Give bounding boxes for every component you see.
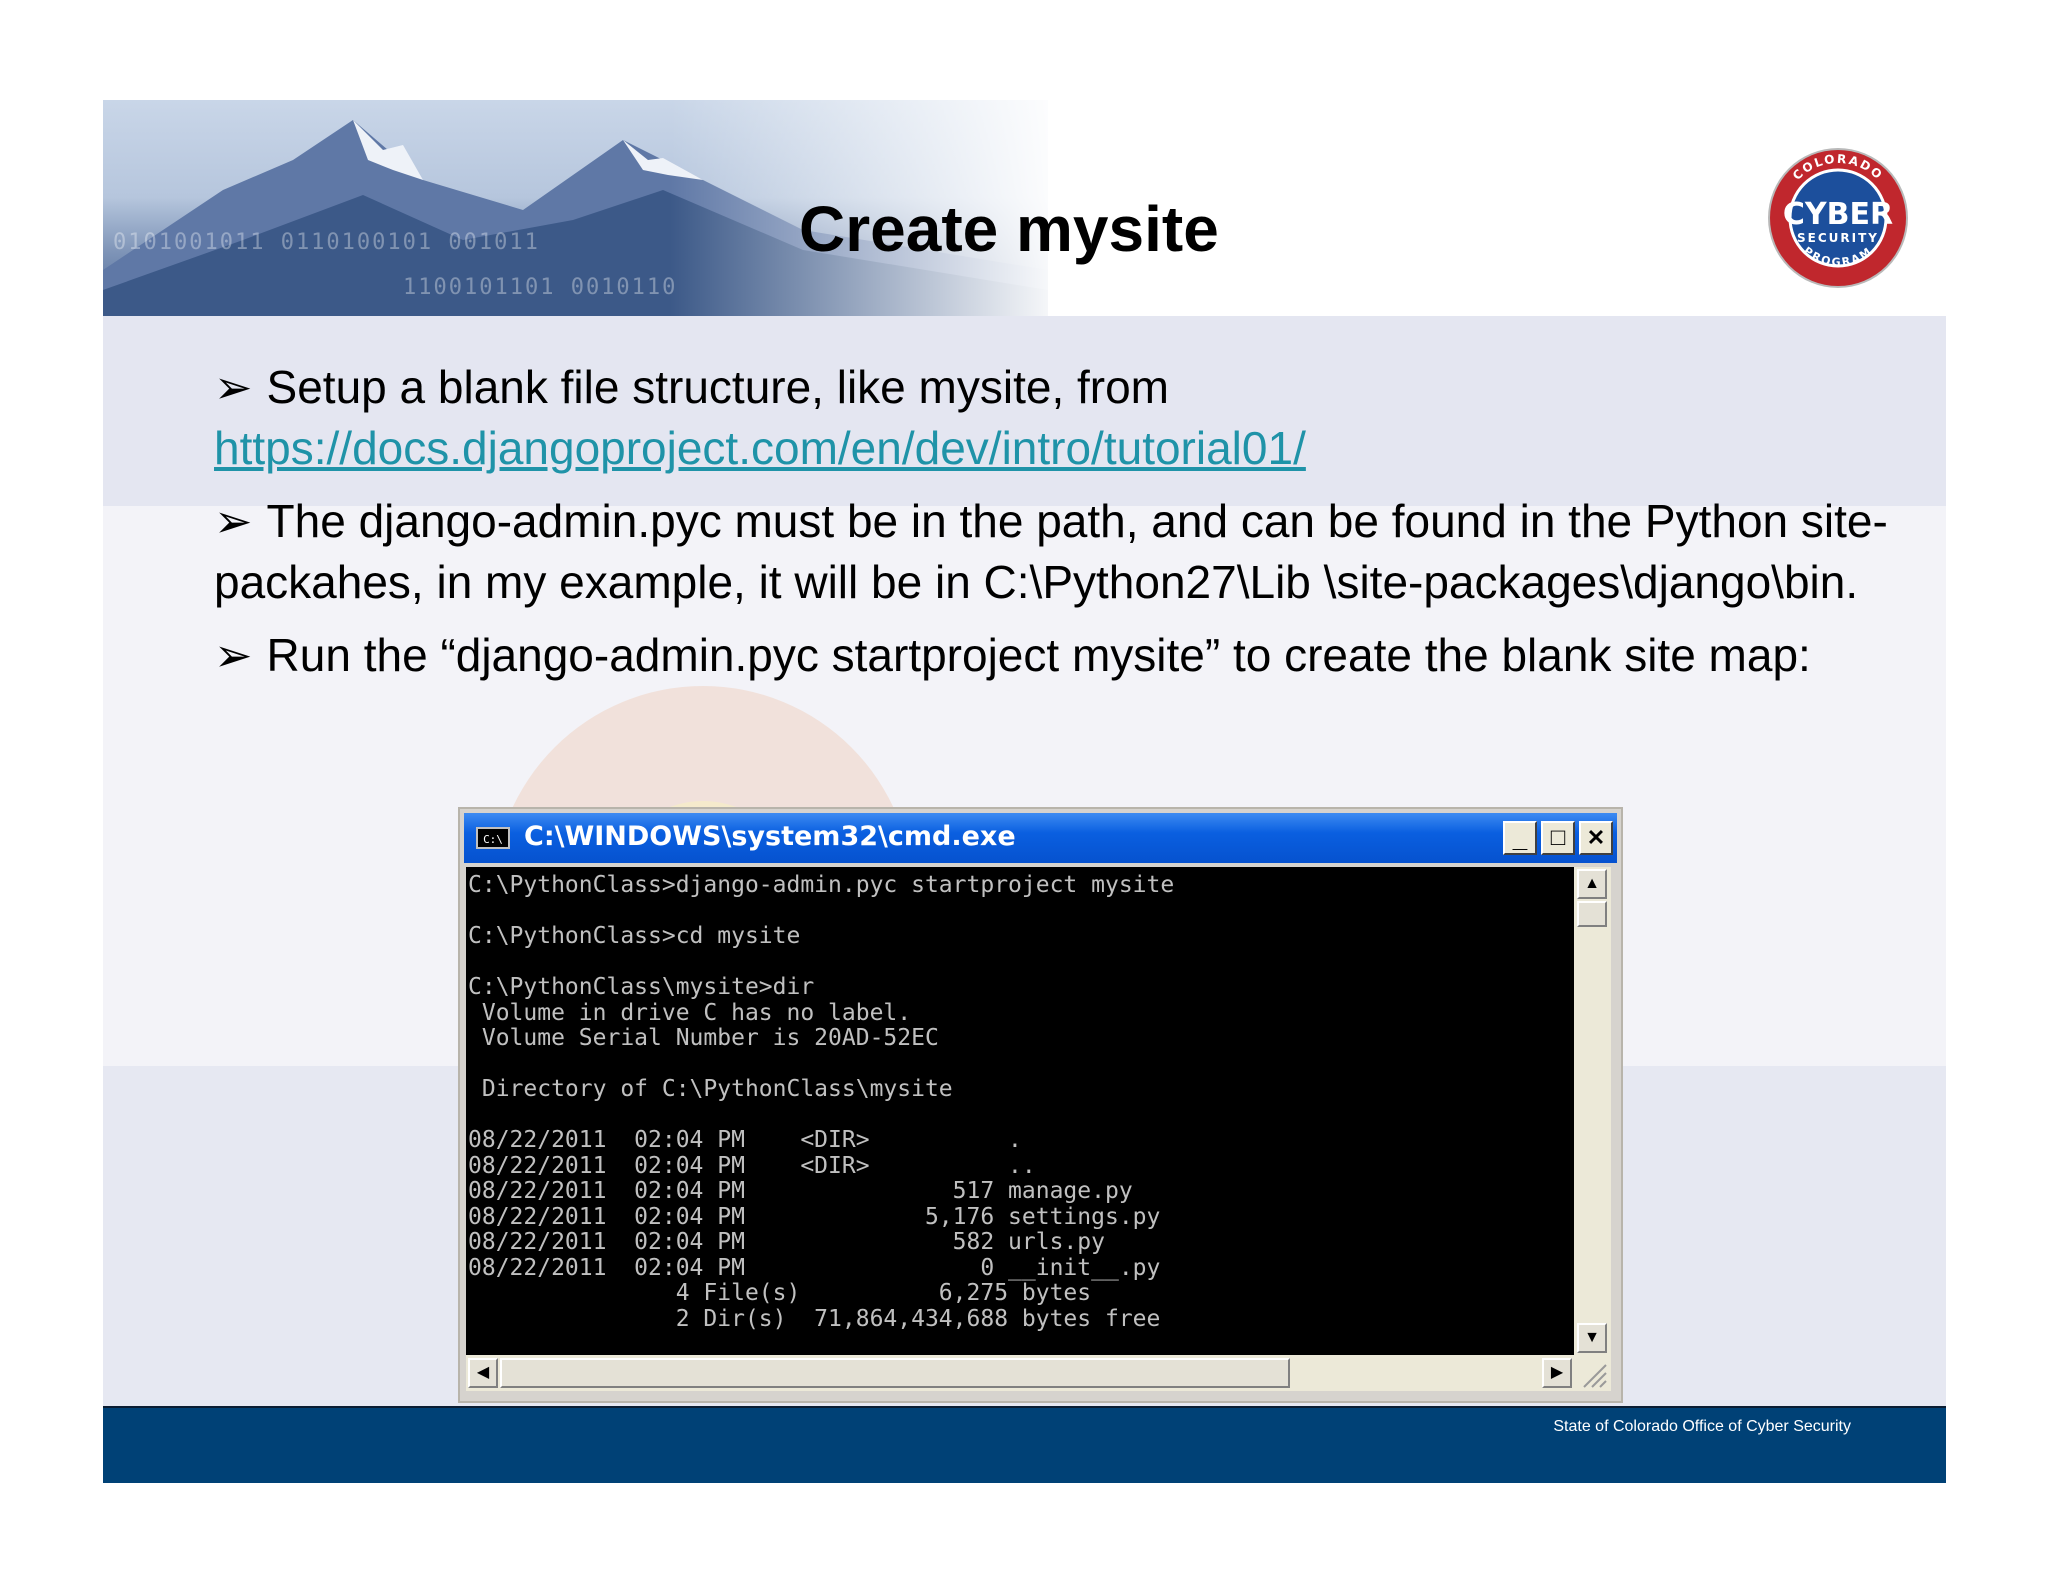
- svg-text:CYBER: CYBER: [1783, 197, 1893, 232]
- horizontal-scrollbar[interactable]: ◀ ▶: [466, 1355, 1574, 1391]
- scroll-left-icon[interactable]: ◀: [468, 1358, 498, 1388]
- slide-title: Create mysite: [799, 193, 1219, 265]
- bullet-arrow-icon: ➢: [214, 361, 253, 413]
- cmd-icon: C:\: [476, 827, 510, 849]
- bullet-arrow-icon: ➢: [214, 629, 253, 681]
- bullet-item: ➢ The django-admin.pyc must be in the pat…: [214, 491, 1914, 613]
- cmd-title-bar[interactable]: C:\ C:\WINDOWS\system32\cmd.exe _ □ ✕: [464, 813, 1617, 863]
- django-tutorial-link[interactable]: https://docs.djangoproject.com/en/dev/in…: [214, 422, 1306, 474]
- minimize-button[interactable]: _: [1503, 821, 1537, 855]
- maximize-button[interactable]: □: [1541, 821, 1575, 855]
- cyber-security-logo: COLORADO PROGRAM CYBER SECURITY: [1766, 146, 1910, 290]
- bullet-list: ➢ Setup a blank file structure, like mysi…: [214, 357, 1914, 698]
- slide-footer: State of Colorado Office of Cyber Securi…: [103, 1406, 1946, 1483]
- cmd-window-title: C:\WINDOWS\system32\cmd.exe: [524, 821, 1016, 852]
- svg-text:SECURITY: SECURITY: [1797, 231, 1879, 245]
- resize-grip-icon[interactable]: [1574, 1355, 1611, 1391]
- footer-text: State of Colorado Office of Cyber Securi…: [1553, 1418, 1851, 1435]
- cmd-console-output[interactable]: C:\PythonClass>django-admin.pyc startpro…: [466, 867, 1574, 1355]
- scroll-down-icon[interactable]: ▼: [1577, 1323, 1607, 1353]
- slide-header: 0101001011 0110100101 001011 1100101101 …: [103, 100, 1946, 316]
- bullet-text: The django-admin.pyc must be in the path…: [214, 495, 1888, 608]
- slide: 0101001011 0110100101 001011 1100101101 …: [103, 100, 1946, 1483]
- console-text: C:\PythonClass>django-admin.pyc startpro…: [468, 872, 1175, 1332]
- close-button[interactable]: ✕: [1579, 821, 1613, 855]
- bullet-item: ➢ Setup a blank file structure, like mysi…: [214, 357, 1914, 479]
- bullet-item: ➢ Run the “django-admin.pyc startproject …: [214, 625, 1914, 686]
- vertical-scrollbar[interactable]: ▲ ▼: [1574, 867, 1611, 1355]
- scroll-up-icon[interactable]: ▲: [1577, 869, 1607, 899]
- bullet-arrow-icon: ➢: [214, 495, 253, 547]
- scroll-right-icon[interactable]: ▶: [1542, 1358, 1572, 1388]
- bullet-text: Run the “django-admin.pyc startproject m…: [266, 629, 1811, 681]
- vertical-scroll-thumb[interactable]: [1577, 901, 1607, 927]
- cmd-window: C:\ C:\WINDOWS\system32\cmd.exe _ □ ✕ C:…: [458, 807, 1623, 1403]
- horizontal-scroll-thumb[interactable]: [500, 1358, 1290, 1388]
- bullet-text: Setup a blank file structure, like mysit…: [266, 361, 1170, 413]
